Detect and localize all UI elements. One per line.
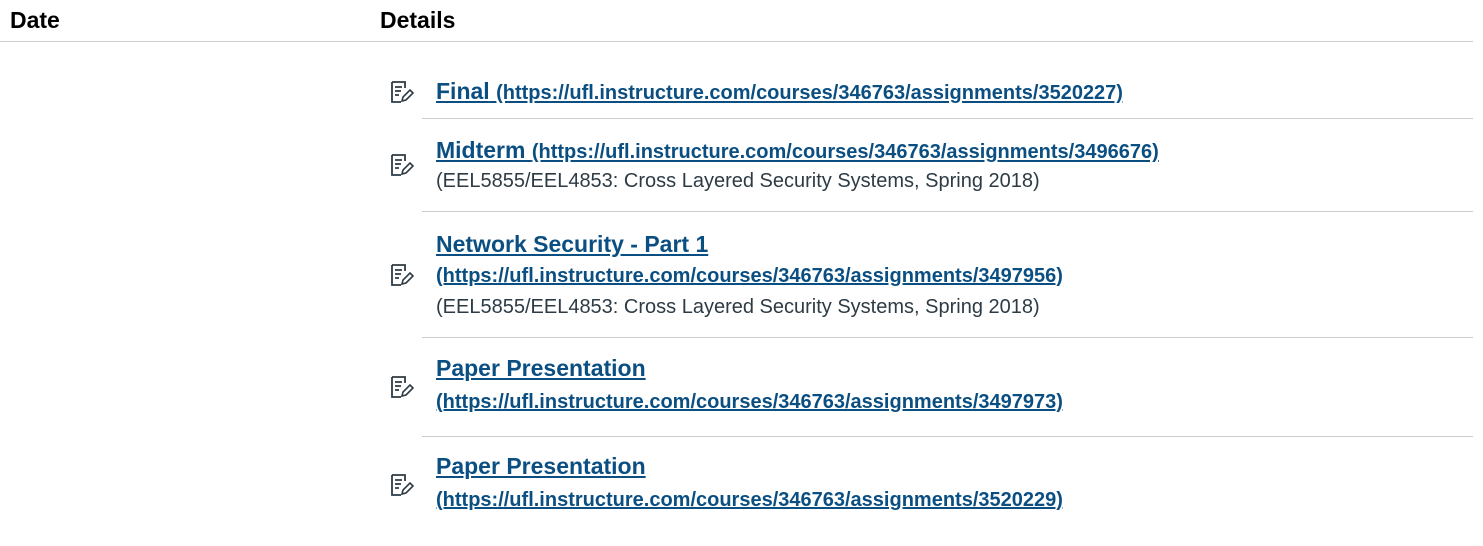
list-item: Paper Presentation (https://ufl.instruct… [391,338,1473,437]
assignment-title: Final [436,78,490,104]
assignment-title: Midterm [436,137,526,163]
assignment-title: Paper Presentation [436,453,646,479]
assignment-link[interactable]: Paper Presentation (https://ufl.instruct… [436,353,1063,421]
assignment-icon [391,474,414,496]
assignment-icon [391,263,414,286]
assignment-link[interactable]: Midterm (https://ufl.instructure.com/cou… [436,135,1159,167]
table-header: Date Details [0,0,1473,42]
assignment-title: Paper Presentation [436,355,646,381]
assignment-url: (https://ufl.instructure.com/courses/346… [496,82,1123,104]
assignment-link[interactable]: Final (https://ufl.instructure.com/cours… [436,76,1123,108]
assignment-list: Final (https://ufl.instructure.com/cours… [380,66,1473,533]
date-column-header: Date [10,7,60,33]
list-item: Network Security - Part 1 (https://ufl.i… [391,212,1473,338]
list-item: Midterm (https://ufl.instructure.com/cou… [391,119,1473,212]
assignment-title: Network Security - Part 1 [436,230,709,257]
assignment-url: (https://ufl.instructure.com/courses/346… [531,141,1159,163]
assignment-icon [391,154,414,176]
assignment-link[interactable]: Paper Presentation (https://ufl.instruct… [436,451,1063,519]
assignment-icon [391,81,414,103]
course-name: (EEL5855/EEL4853: Cross Layered Security… [436,170,1040,192]
assignment-url: (https://ufl.instructure.com/courses/346… [436,489,1063,511]
assignment-url: (https://ufl.instructure.com/courses/346… [436,264,1063,287]
assignment-url: (https://ufl.instructure.com/courses/346… [436,391,1063,413]
details-column-header: Details [380,7,456,33]
course-name: (EEL5855/EEL4853: Cross Layered Security… [436,295,1040,318]
assignment-icon [391,376,414,398]
assignment-link[interactable]: Network Security - Part 1 (https://ufl.i… [436,229,1063,293]
list-item: Paper Presentation (https://ufl.instruct… [391,437,1473,533]
list-item: Final (https://ufl.instructure.com/cours… [391,66,1473,119]
